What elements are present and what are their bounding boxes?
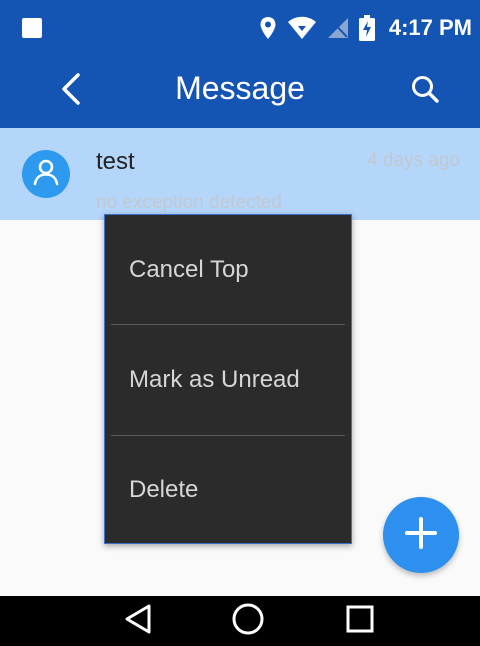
home-circle-icon <box>231 602 265 641</box>
nav-recents-button[interactable] <box>340 601 380 641</box>
navigation-bar <box>0 596 480 646</box>
search-button[interactable] <box>400 66 450 116</box>
recents-square-icon <box>345 604 375 639</box>
message-preview: no exception detected <box>96 192 282 213</box>
message-list-item[interactable]: test 4 days ago no exception detected <box>0 128 480 220</box>
notification-square-icon <box>22 18 42 38</box>
status-bar: 4:17 PM <box>0 0 480 54</box>
context-menu: Cancel Top Mark as Unread Delete <box>104 214 352 544</box>
search-icon <box>410 74 440 109</box>
menu-item-mark-as-unread[interactable]: Mark as Unread <box>105 325 351 435</box>
avatar <box>22 150 70 198</box>
status-icons: 4:17 PM <box>259 14 472 42</box>
nav-back-button[interactable] <box>118 601 158 641</box>
message-timestamp: 4 days ago <box>367 150 460 171</box>
person-icon <box>31 157 61 192</box>
battery-charging-icon <box>358 15 375 41</box>
wifi-icon <box>287 16 317 40</box>
status-time: 4:17 PM <box>388 15 472 40</box>
menu-item-delete[interactable]: Delete <box>105 435 351 545</box>
nav-home-button[interactable] <box>228 601 268 641</box>
add-button[interactable] <box>383 497 459 573</box>
app-bar: Message <box>0 54 480 128</box>
back-triangle-icon <box>123 603 153 640</box>
no-sim-icon <box>327 16 349 40</box>
plus-icon <box>404 516 438 555</box>
screen: 4:17 PM Message test 4 days ago no excep… <box>0 0 480 646</box>
location-pin-icon <box>259 16 277 40</box>
menu-item-cancel-top[interactable]: Cancel Top <box>105 215 351 325</box>
message-sender-name: test <box>96 148 135 175</box>
